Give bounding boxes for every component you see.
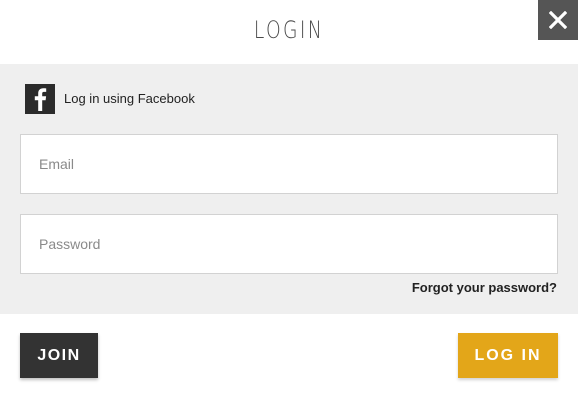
- password-field[interactable]: [21, 215, 557, 273]
- facebook-icon: [25, 84, 55, 114]
- login-button[interactable]: LOG IN: [458, 333, 558, 378]
- close-button[interactable]: [538, 0, 578, 40]
- modal-title: LOGIN: [253, 16, 325, 44]
- password-field-wrapper: [20, 214, 558, 274]
- forgot-password-link[interactable]: Forgot your password?: [412, 280, 557, 295]
- join-button[interactable]: JOIN: [20, 333, 98, 378]
- modal-header: LOGIN: [0, 0, 578, 64]
- facebook-login-label: Log in using Facebook: [64, 91, 195, 106]
- email-field[interactable]: [21, 135, 557, 193]
- modal-body: Log in using Facebook Forgot your passwo…: [0, 64, 578, 314]
- email-field-wrapper: [20, 134, 558, 194]
- modal-footer: JOIN LOG IN: [0, 314, 578, 409]
- login-modal: LOGIN Log in using Facebook Forgot your …: [0, 0, 578, 409]
- close-icon: [549, 11, 567, 29]
